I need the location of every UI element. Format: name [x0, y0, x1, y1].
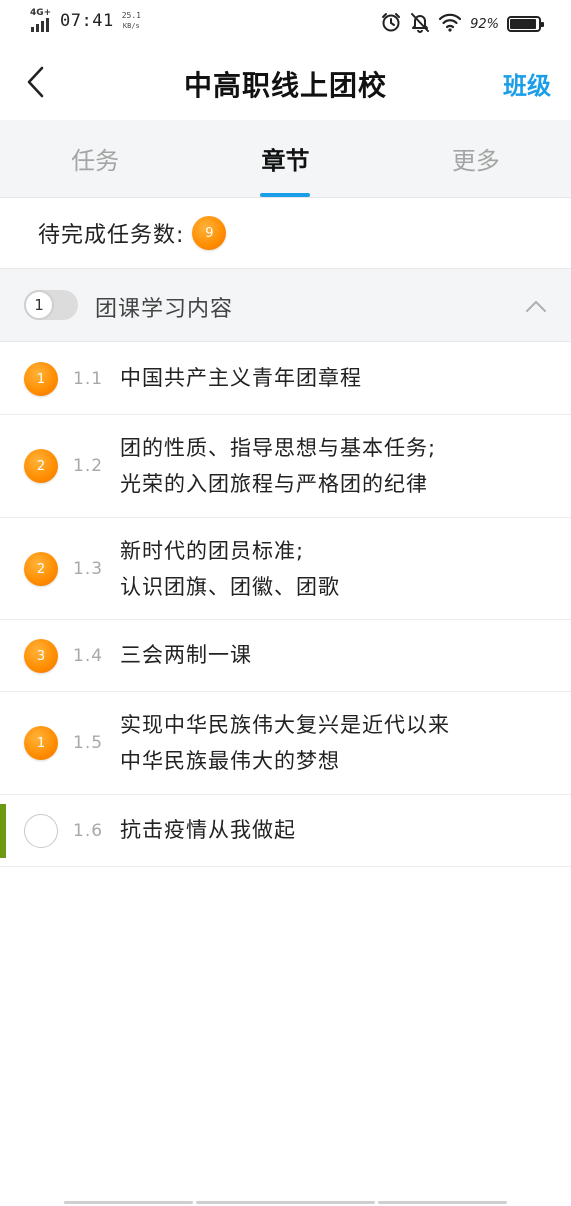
section-title: 团课学习内容: [95, 297, 234, 322]
battery-icon: [507, 16, 544, 32]
wifi-icon: [438, 12, 462, 36]
tab-tasks-label: 任务: [71, 147, 120, 175]
chapter-title-line: 实现中华民族伟大复兴是近代以来: [120, 713, 450, 737]
mute-bell-icon: [410, 11, 430, 37]
alarm-icon: [380, 11, 402, 37]
chapter-number: 1.4: [73, 646, 104, 666]
page-title: 中高职线上团校: [183, 69, 387, 102]
chapter-number: 1.3: [73, 559, 104, 579]
chevron-up-icon: [526, 301, 546, 312]
tab-more-label: 更多: [451, 147, 500, 175]
class-button[interactable]: 班级: [503, 66, 551, 101]
tab-tasks[interactable]: 任务: [0, 120, 190, 197]
chapter-number: 1.5: [73, 733, 104, 753]
pending-tasks-label: 待完成任务数:: [38, 223, 185, 248]
chapter-title-line: 新时代的团员标准;: [120, 539, 305, 563]
chapter-status-badge: 3: [24, 639, 58, 673]
chapter-status-badge: 1: [24, 726, 58, 760]
active-tab-indicator: [260, 193, 311, 197]
collapse-button[interactable]: [523, 293, 549, 319]
chapter-number: 1.2: [73, 456, 104, 476]
chapter-title-line: 光荣的入团旅程与严格团的纪律: [120, 472, 428, 496]
chapter-status-empty-icon: [24, 814, 58, 848]
chapter-item-1-3[interactable]: 2 1.3 新时代的团员标准; 认识团旗、团徽、团歌: [0, 518, 571, 620]
gesture-nav-bar: [0, 1201, 571, 1205]
pending-tasks-row: 待完成任务数: 9: [0, 198, 571, 268]
chapter-title: 三会两制一课: [120, 637, 252, 673]
status-bar: 4G+ 07:41 25.1 KB/s 92%: [0, 0, 571, 44]
section-number: 1: [24, 290, 54, 320]
chapter-item-1-1[interactable]: 1 1.1 中国共产主义青年团章程: [0, 342, 571, 415]
chapter-title: 实现中华民族伟大复兴是近代以来 中华民族最伟大的梦想: [120, 707, 450, 779]
chapter-title: 抗击疫情从我做起: [120, 812, 296, 848]
chapter-title: 中国共产主义青年团章程: [120, 360, 362, 396]
chapter-title-line: 抗击疫情从我做起: [120, 818, 296, 842]
chapter-title: 新时代的团员标准; 认识团旗、团徽、团歌: [120, 533, 340, 605]
chapter-title: 团的性质、指导思想与基本任务; 光荣的入团旅程与严格团的纪律: [120, 430, 436, 502]
tab-chapters-label: 章节: [261, 147, 310, 175]
tab-more[interactable]: 更多: [381, 120, 571, 197]
chapter-item-1-6[interactable]: 1.6 抗击疫情从我做起: [0, 795, 571, 867]
chapter-title-line: 中国共产主义青年团章程: [120, 366, 362, 390]
section-toggle[interactable]: 1: [24, 290, 78, 320]
section-header[interactable]: 1 团课学习内容: [0, 268, 571, 342]
chapter-item-1-2[interactable]: 2 1.2 团的性质、指导思想与基本任务; 光荣的入团旅程与严格团的纪律: [0, 415, 571, 518]
status-time: 07:41: [60, 11, 114, 31]
chapter-number: 1.6: [73, 821, 104, 841]
tab-chapters[interactable]: 章节: [190, 120, 380, 197]
network-speed-value: 25.1: [121, 11, 141, 20]
cellular-signal-icon: 4G+: [30, 8, 54, 32]
network-speed-unit: KB/s: [122, 22, 140, 30]
chapter-status-badge: 1: [24, 362, 58, 396]
chapter-number: 1.1: [73, 369, 104, 389]
chapter-item-1-4[interactable]: 3 1.4 三会两制一课: [0, 620, 571, 692]
chapter-status-badge: 2: [24, 552, 58, 586]
chapter-title-line: 三会两制一课: [120, 643, 252, 667]
app-header: 中高职线上团校 班级: [0, 44, 571, 120]
network-type: 4G+: [30, 8, 52, 18]
battery-percent: 92%: [470, 16, 499, 32]
chapter-title-line: 团的性质、指导思想与基本任务;: [120, 436, 437, 460]
chapter-list: 1 1.1 中国共产主义青年团章程 2 1.2 团的性质、指导思想与基本任务; …: [0, 342, 571, 867]
pending-count-badge: 9: [192, 216, 227, 250]
current-chapter-marker: [0, 804, 6, 858]
chapter-title-line: 中华民族最伟大的梦想: [120, 749, 340, 773]
tab-bar: 任务 章节 更多: [0, 120, 571, 198]
chapter-item-1-5[interactable]: 1 1.5 实现中华民族伟大复兴是近代以来 中华民族最伟大的梦想: [0, 692, 571, 795]
chapter-status-badge: 2: [24, 449, 58, 483]
network-speed: 25.1 KB/s: [122, 11, 141, 31]
chapter-title-line: 认识团旗、团徽、团歌: [120, 575, 340, 599]
